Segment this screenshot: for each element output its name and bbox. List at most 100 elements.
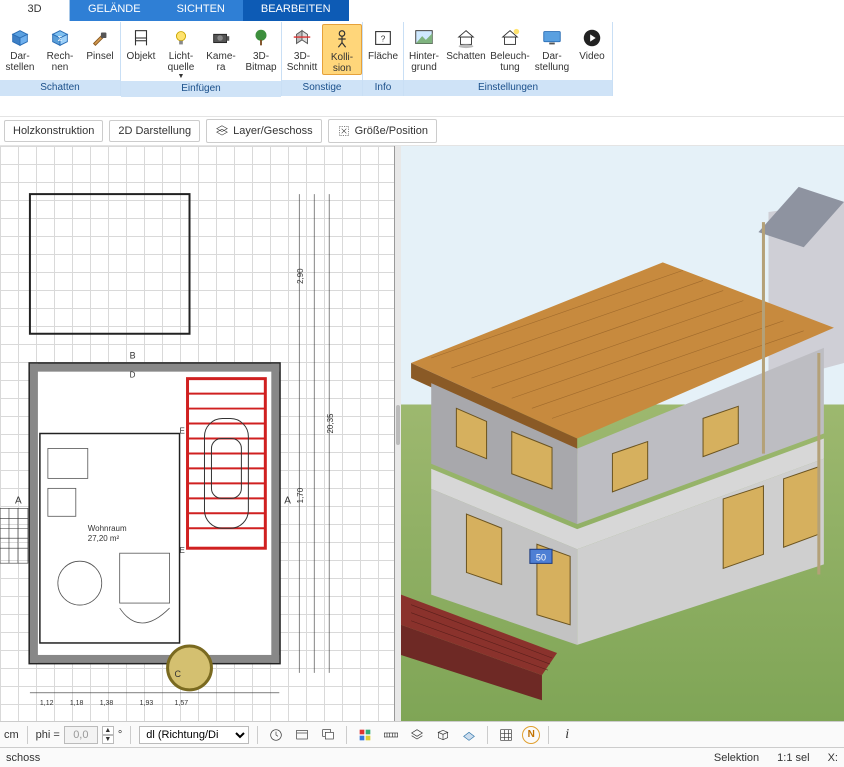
pane-3d-view[interactable]: 50 (401, 146, 844, 721)
color-swatch-icon[interactable] (355, 725, 375, 745)
house-light-icon (498, 26, 522, 50)
room-area-text: 27,20 m² (88, 534, 120, 543)
tree-icon (249, 26, 273, 50)
flaeche-label: Fläche (368, 51, 398, 62)
phi-label: phi = (36, 729, 60, 741)
status-scale: 1:1 sel (777, 752, 809, 764)
svg-text:2,90: 2,90 (296, 268, 305, 284)
rechnen-button[interactable]: Σ Rech-nen (40, 24, 80, 73)
kollision-button[interactable]: Kolli-sion (322, 24, 362, 75)
bulb-icon (169, 26, 193, 50)
status-x: X: (828, 752, 838, 764)
holzkonstruktion-button[interactable]: Holzkonstruktion (4, 120, 103, 142)
svg-text:1,93: 1,93 (140, 700, 154, 707)
kollision-label: Kolli-sion (331, 52, 353, 74)
tab-bearbeiten[interactable]: BEARBEITEN (243, 0, 349, 21)
pinsel-button[interactable]: Pinsel (80, 24, 120, 62)
stack-icon[interactable] (318, 725, 338, 745)
svg-text:A: A (15, 495, 22, 506)
phi-input[interactable] (64, 726, 98, 744)
groesse-position-label: Größe/Position (355, 125, 428, 137)
objekt-label: Objekt (127, 51, 156, 62)
status-left-text: schoss (6, 752, 40, 764)
ribbon-group-schatten: Dar-stellen Σ Rech-nen Pinsel Schatten (0, 22, 121, 96)
darstellen-button[interactable]: Dar-stellen (0, 24, 40, 73)
ribbon-group-einstellungen: Hinter-grund Schatten Beleuch-tung Dar-s… (404, 22, 613, 96)
schatten-settings-label: Schatten (446, 51, 485, 62)
plane-tool-icon[interactable] (459, 725, 479, 745)
layers-tool-icon[interactable] (407, 725, 427, 745)
darstellung-button[interactable]: Dar-stellung (532, 24, 572, 73)
groesse-position-button[interactable]: Größe/Position (328, 119, 437, 143)
schnitt3d-button[interactable]: 3D-Schnitt (282, 24, 322, 73)
video-button[interactable]: Video (572, 24, 612, 62)
lichtquelle-button[interactable]: Licht-quelle ▼ (161, 24, 201, 81)
bitmap3d-label: 3D-Bitmap (245, 51, 276, 73)
direction-select[interactable]: dl (Richtung/Di (139, 726, 249, 744)
sub-toolbar: Holzkonstruktion 2D Darstellung Layer/Ge… (0, 116, 844, 146)
darstellung-label: Dar-stellung (535, 51, 569, 73)
section-icon (290, 26, 314, 50)
beleuchtung-button[interactable]: Beleuch-tung (488, 24, 532, 73)
pane-2d-plan[interactable]: Wohnraum 27,20 m² 2,90 1,70 20,35 1,12 1… (0, 146, 395, 721)
svg-text:1,38: 1,38 (100, 700, 114, 707)
workspace: Wohnraum 27,20 m² 2,90 1,70 20,35 1,12 1… (0, 146, 844, 721)
status-bar: schoss Selektion 1:1 sel X: (0, 747, 844, 767)
ruler-icon[interactable] (381, 725, 401, 745)
landscape-icon (412, 26, 436, 50)
objekt-button[interactable]: Objekt (121, 24, 161, 62)
phi-spinner[interactable]: ▲▼ (102, 726, 114, 744)
svg-text:C: C (175, 669, 182, 679)
tab-3d[interactable]: 3D (0, 0, 70, 21)
cube-tool-icon[interactable] (433, 725, 453, 745)
kamera-label: Kame-ra (206, 51, 235, 73)
svg-text:D: D (130, 371, 136, 380)
resize-icon (337, 124, 351, 138)
floorplan-overlay: Wohnraum 27,20 m² 2,90 1,70 20,35 1,12 1… (0, 146, 394, 721)
window-icon[interactable] (292, 725, 312, 745)
clock-icon[interactable] (266, 725, 286, 745)
house-shadow-icon (454, 26, 478, 50)
beleuchtung-label: Beleuch-tung (490, 51, 529, 73)
ribbon-group-einfuegen: Objekt Licht-quelle ▼ Kame-ra 3D-Bitmap … (121, 22, 282, 96)
darstellung-2d-button[interactable]: 2D Darstellung (109, 120, 200, 142)
svg-text:1,18: 1,18 (70, 700, 84, 707)
cube-shadow-icon (8, 26, 32, 50)
kamera-button[interactable]: Kame-ra (201, 24, 241, 73)
tab-gelaende[interactable]: GELÄNDE (70, 0, 159, 21)
info-i-icon[interactable]: i (557, 725, 577, 745)
pinsel-label: Pinsel (86, 51, 113, 62)
grid-toggle-icon[interactable] (496, 725, 516, 745)
flaeche-button[interactable]: ? Fläche (363, 24, 403, 62)
group-label-schatten: Schatten (0, 80, 120, 96)
area-icon: ? (371, 26, 395, 50)
tab-sichten[interactable]: SICHTEN (159, 0, 243, 21)
status-selektion: Selektion (714, 752, 759, 764)
svg-text:1,12: 1,12 (40, 700, 54, 707)
person-icon (330, 27, 354, 51)
svg-text:B: B (130, 351, 136, 361)
rechnen-label: Rech-nen (47, 51, 74, 73)
schnitt3d-label: 3D-Schnitt (287, 51, 318, 73)
layers-icon (215, 124, 229, 138)
brush-icon (88, 26, 112, 50)
monitor-icon (540, 26, 564, 50)
darstellen-label: Dar-stellen (6, 51, 35, 73)
layer-geschoss-button[interactable]: Layer/Geschoss (206, 119, 321, 143)
bottom-toolstrip: cm phi = ▲▼ ° dl (Richtung/Di N i (0, 721, 844, 747)
play-icon (580, 26, 604, 50)
schatten-settings-button[interactable]: Schatten (444, 24, 488, 62)
svg-text:E: E (180, 427, 185, 436)
group-label-info: Info (363, 80, 403, 96)
main-tab-strip: 3D GELÄNDE SICHTEN BEARBEITEN (0, 0, 844, 22)
layer-geschoss-label: Layer/Geschoss (233, 125, 312, 137)
bitmap3d-button[interactable]: 3D-Bitmap (241, 24, 281, 73)
group-label-sonstige: Sonstige (282, 80, 362, 96)
house-3d-render: 50 (401, 146, 844, 721)
marker-50-text: 50 (536, 552, 546, 562)
svg-text:1,57: 1,57 (175, 700, 189, 707)
north-badge[interactable]: N (522, 726, 540, 744)
video-label: Video (579, 51, 604, 62)
chair-icon (129, 26, 153, 50)
hintergrund-button[interactable]: Hinter-grund (404, 24, 444, 73)
